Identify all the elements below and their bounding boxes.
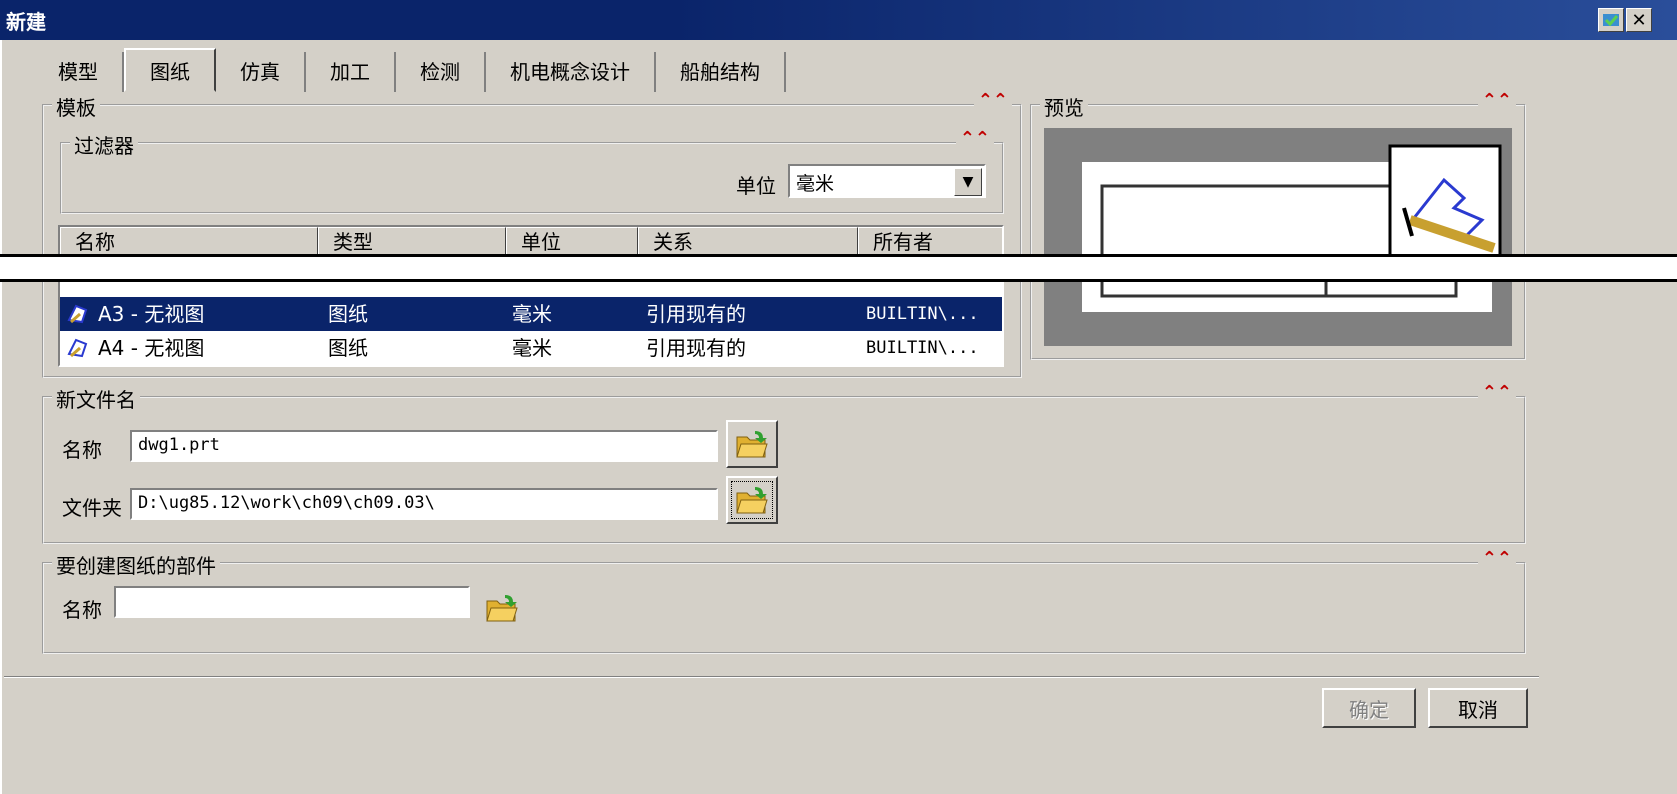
drawing-template-icon xyxy=(67,304,88,324)
unit-select-value: 毫米 xyxy=(796,173,835,195)
column-unit[interactable]: 单位 xyxy=(506,227,638,257)
open-folder-icon xyxy=(486,595,518,622)
row-unit: 毫米 xyxy=(512,336,552,360)
column-type[interactable]: 类型 xyxy=(318,227,506,257)
row-type: 图纸 xyxy=(328,336,368,360)
tab-drawing[interactable]: 图纸 xyxy=(124,48,216,92)
open-folder-icon xyxy=(736,487,768,514)
collapse-preview-icon[interactable]: ⌃⌃ xyxy=(1477,90,1516,111)
ok-button[interactable]: 确定 xyxy=(1322,688,1416,728)
row-owner: BUILTIN\... xyxy=(866,304,979,324)
file-name-label: 名称 xyxy=(62,438,102,462)
folder-input[interactable]: D:\ug85.12\work\ch09\ch09.03\ xyxy=(130,488,718,520)
row-unit: 毫米 xyxy=(512,302,552,326)
unit-select[interactable]: 毫米 ▼ xyxy=(788,164,986,198)
collapse-filter-icon[interactable]: ⌃⌃ xyxy=(955,128,994,149)
table-row[interactable]: A4 - 无视图 图纸 毫米 引用现有的 BUILTIN\... xyxy=(60,331,1002,365)
preview-group-title: 预览 xyxy=(1040,92,1088,121)
close-icon[interactable]: ✕ xyxy=(1626,8,1652,32)
browse-part-button[interactable] xyxy=(476,584,528,632)
folder-label: 文件夹 xyxy=(62,496,122,520)
drawing-template-icon xyxy=(67,338,88,358)
help-icon[interactable] xyxy=(1598,8,1624,32)
collapse-new-file-icon[interactable]: ⌃⌃ xyxy=(1477,382,1516,403)
new-file-dialog: 新建 ✕ 模型 图纸 仿真 加工 检测 机电概念设计 船舶结构 模板 ⌃⌃ 过滤… xyxy=(0,0,1677,794)
browse-folder-button[interactable] xyxy=(726,476,778,524)
new-file-group-title: 新文件名 xyxy=(52,384,140,413)
part-group-title: 要创建图纸的部件 xyxy=(52,550,220,579)
row-name: A4 - 无视图 xyxy=(98,336,205,360)
tab-strip: 模型 图纸 仿真 加工 检测 机电概念设计 船舶结构 xyxy=(34,48,786,94)
tab-mechatronics[interactable]: 机电概念设计 xyxy=(486,52,656,92)
template-table: 名称 类型 单位 关系 所有者 A3 - 无视图 图纸 毫米 引用现有的 BUI… xyxy=(58,225,1004,367)
title-bar[interactable]: 新建 ✕ xyxy=(0,0,1677,40)
footer-separator xyxy=(4,676,1539,678)
file-name-input[interactable]: dwg1.prt xyxy=(130,430,718,462)
browse-file-button[interactable] xyxy=(726,420,778,468)
new-file-group: 新文件名 ⌃⌃ xyxy=(42,382,1526,544)
open-folder-icon xyxy=(736,431,768,458)
tab-inspection[interactable]: 检测 xyxy=(396,52,486,92)
unit-label: 单位 xyxy=(736,174,776,198)
tab-manufacturing[interactable]: 加工 xyxy=(306,52,396,92)
screenshot-cut-band xyxy=(0,254,1677,282)
part-name-input[interactable] xyxy=(114,586,470,618)
tab-simulation[interactable]: 仿真 xyxy=(216,52,306,92)
row-relation: 引用现有的 xyxy=(646,336,746,360)
table-header: 名称 类型 单位 关系 所有者 xyxy=(60,227,1002,257)
collapse-part-icon[interactable]: ⌃⌃ xyxy=(1477,548,1516,569)
tab-ship-structure[interactable]: 船舶结构 xyxy=(656,52,786,92)
window-title: 新建 xyxy=(6,10,46,34)
column-relation[interactable]: 关系 xyxy=(638,227,858,257)
column-name[interactable]: 名称 xyxy=(60,227,318,257)
row-owner: BUILTIN\... xyxy=(866,338,979,358)
tab-model[interactable]: 模型 xyxy=(34,52,124,92)
template-group-title: 模板 xyxy=(52,92,100,121)
row-type: 图纸 xyxy=(328,302,368,326)
part-name-label: 名称 xyxy=(62,598,102,622)
column-owner[interactable]: 所有者 xyxy=(858,227,1002,257)
preview-image xyxy=(1044,128,1512,346)
row-relation: 引用现有的 xyxy=(646,302,746,326)
collapse-template-icon[interactable]: ⌃⌃ xyxy=(973,90,1012,111)
row-name: A3 - 无视图 xyxy=(98,302,205,326)
table-row[interactable]: A3 - 无视图 图纸 毫米 引用现有的 BUILTIN\... xyxy=(60,297,1002,331)
cancel-button[interactable]: 取消 xyxy=(1428,688,1528,728)
filter-group-title: 过滤器 xyxy=(70,130,138,159)
chevron-down-icon[interactable]: ▼ xyxy=(954,168,982,196)
